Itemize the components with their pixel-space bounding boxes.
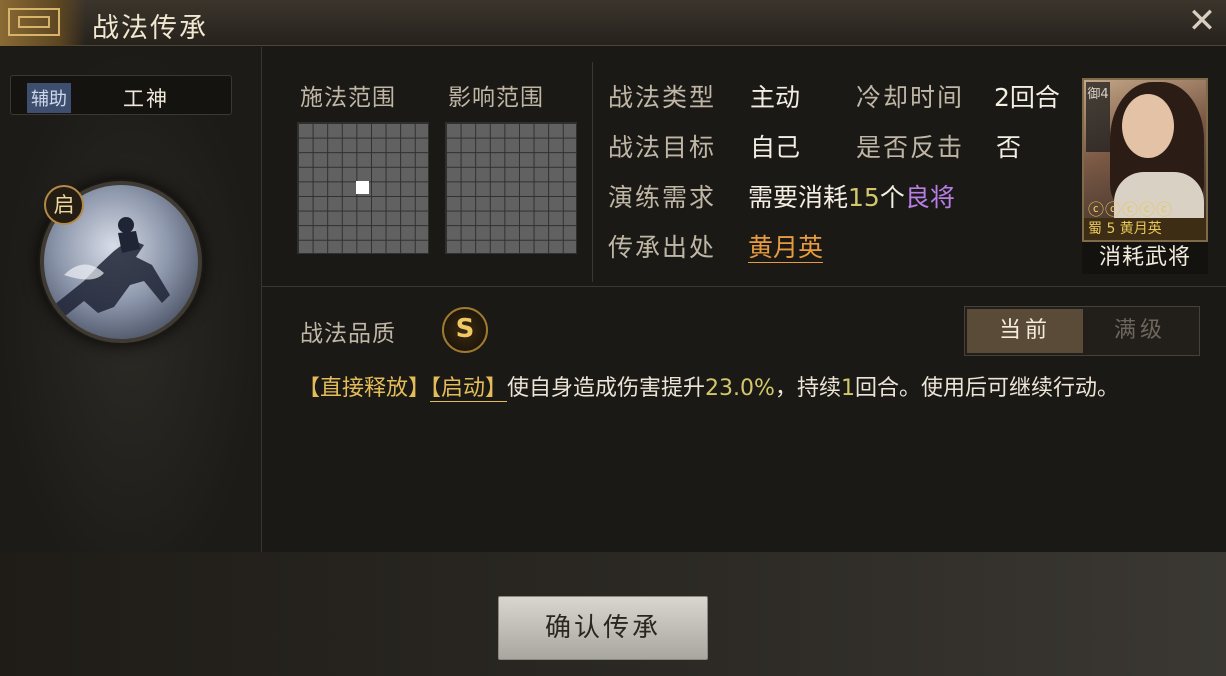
target-key: 战法目标 [608,133,717,162]
counter-key: 是否反击 [856,133,965,162]
type-key: 战法类型 [608,83,717,112]
general-card[interactable]: 御4 ⓒⓒⓒⓒⓒ 蜀 5 黄月英 [1082,78,1208,242]
effect-range-label: 影响范围 [448,85,544,111]
card-side-tag: 御4 [1086,82,1110,152]
star-rating-icon: ⓒⓒⓒⓒⓒ [1088,200,1174,219]
caster-cell [356,181,369,194]
desc-part3: 回合。使用后可继续行动。 [854,376,1119,401]
skill-name: 工神 [123,87,169,111]
cooldown-value: 2回合 [994,83,1060,112]
desc-part2: ，持续 [774,376,841,401]
cooldown-key: 冷却时间 [856,83,965,112]
source-value[interactable]: 黄月英 [748,228,824,264]
desc-turns: 1 [840,376,855,401]
requirement-prefix: 需要消耗 [748,183,849,212]
level-toggle: 当前 满级 [964,306,1200,356]
keyword-direct-cast: 【直接释放】 [298,376,431,401]
card-footer: 蜀 5 黄月英 [1084,218,1206,240]
source-key: 传承出处 [608,233,717,262]
requirement-value: 需要消耗15个良将 [748,178,955,214]
confirm-inherit-button[interactable]: 确认传承 [498,596,708,660]
skill-description: 【直接释放】【启动】使自身造成伤害提升23.0%，持续1回合。使用后可继续行动。 [298,372,1198,406]
tag-label: 辅助 [27,83,71,113]
activation-badge: 启 [44,185,84,225]
requirement-key: 演练需求 [608,183,717,212]
requirement-unit: 个 [879,183,905,212]
type-value: 主动 [750,83,801,112]
keyword-activate[interactable]: 【启动】 [430,376,508,402]
tab-max-level[interactable]: 满级 [1083,309,1197,353]
divider [592,62,593,282]
effect-range-grid [445,122,577,254]
requirement-grade: 良将 [904,183,955,212]
quality-label: 战法品质 [300,321,396,347]
close-icon[interactable]: ✕ [1184,4,1220,40]
cast-range-label: 施法范围 [300,85,396,111]
card-caption: 消耗武将 [1082,242,1208,274]
source-general-link[interactable]: 黄月英 [748,233,824,263]
cast-range-grid [297,122,429,254]
fret-ornament-icon [0,0,86,46]
divider [262,286,1226,287]
title-bar: 战法传承 ✕ [0,0,1226,46]
requirement-count: 15 [848,183,880,212]
skill-tag-box: 辅助 工神 [10,75,232,115]
portrait-face [1122,94,1174,158]
target-value: 自己 [750,133,801,162]
quality-grade-badge: S [442,307,488,353]
counter-value: 否 [996,133,1022,162]
tab-current[interactable]: 当前 [967,309,1083,353]
desc-part1: 使自身造成伤害提升 [507,376,706,401]
window-title: 战法传承 [92,13,208,44]
desc-percent: 23.0% [705,376,775,401]
